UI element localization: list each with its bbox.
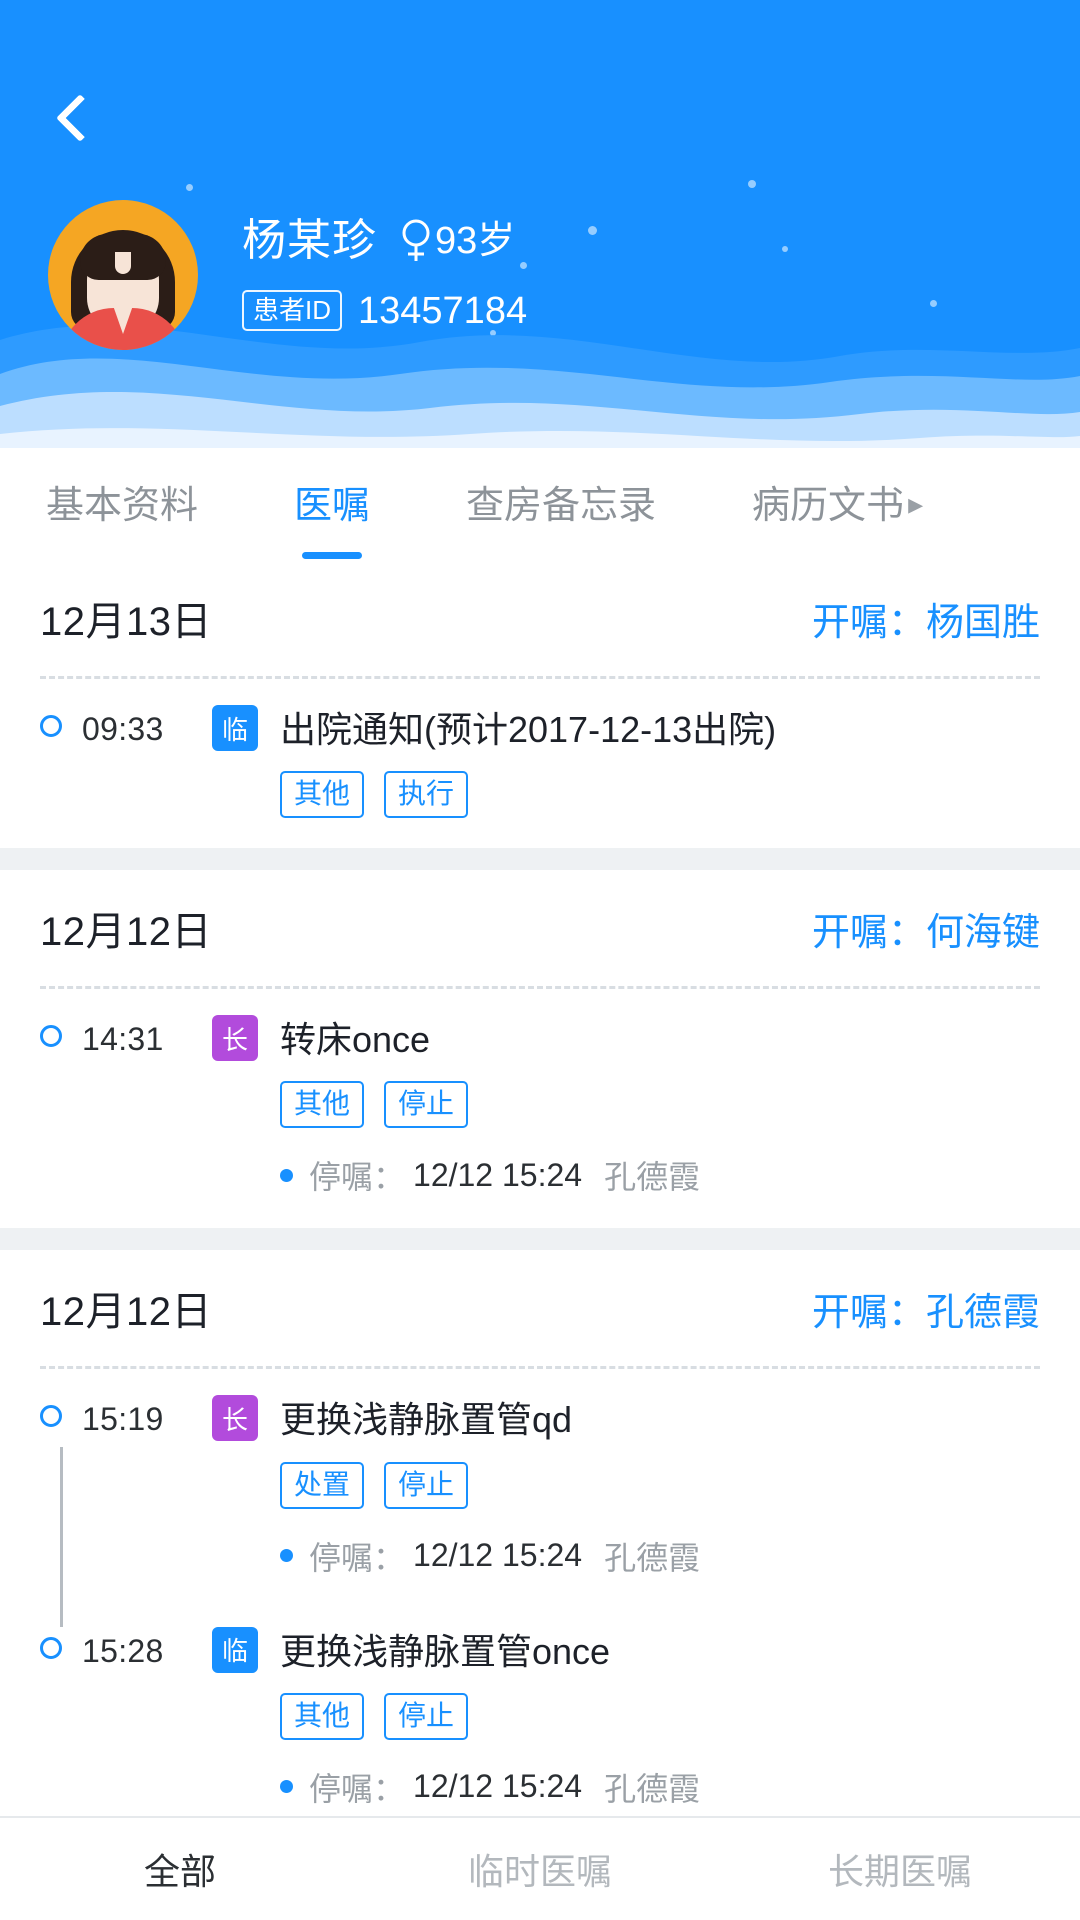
timeline-dot-icon: [40, 1627, 82, 1810]
timeline-dot-icon: [40, 1395, 82, 1578]
order-tag[interactable]: 其他: [280, 1692, 365, 1740]
order-type-badge: 长: [212, 1395, 258, 1442]
section-gap: [0, 1228, 1080, 1251]
order-row[interactable]: 14:31 长 转床once 其他 停止 停嘱： 12/12 15:24 孔德霞: [40, 1015, 1040, 1212]
bottom-filter-bar: 全部 临时医嘱 长期医嘱: [0, 1816, 1080, 1920]
order-type-badge: 临: [212, 1626, 258, 1673]
female-gender-icon: [399, 218, 433, 264]
stop-note-time: 12/12 15:24: [413, 1156, 583, 1193]
patient-name: 杨某珍: [242, 216, 377, 265]
timeline-dot-icon: [40, 705, 82, 818]
avatar: [48, 200, 198, 350]
tab-medical-orders[interactable]: 医嘱: [294, 474, 370, 535]
order-card-date: 12月13日: [40, 600, 212, 644]
bullet-icon: [280, 1168, 293, 1182]
order-row[interactable]: 09:33 临 出院通知(预计2017-12-13出院) 其他 执行: [40, 705, 1040, 832]
orders-list[interactable]: 12月13日 开嘱：杨国胜 09:33 临 出院通知(预计2017-12-13出…: [0, 560, 1080, 1816]
patient-id-value: 13457184: [358, 289, 528, 332]
chevron-right-icon[interactable]: ▸: [908, 487, 923, 522]
order-tag[interactable]: 其他: [280, 771, 365, 819]
order-tag[interactable]: 执行: [384, 771, 469, 819]
tab-ward-round-memo[interactable]: 查房备忘录: [466, 474, 656, 535]
order-card-date: 12月12日: [40, 1290, 212, 1335]
section-gap: [0, 848, 1080, 871]
stop-note-label: 停嘱：: [309, 1770, 406, 1807]
order-tag[interactable]: 停止: [384, 1461, 469, 1509]
order-card-header: 12月12日 开嘱：孔德霞: [40, 1250, 1040, 1366]
tab-medical-records[interactable]: 病历文书: [752, 474, 904, 535]
chevron-left-icon: [55, 93, 105, 143]
stop-note-author: 孔德霞: [604, 1159, 701, 1196]
stop-note-author: 孔德霞: [604, 1770, 701, 1807]
order-row[interactable]: 15:19 长 更换浅静脉置管qd 处置 停止 停嘱： 12/12 15:24 …: [40, 1395, 1040, 1592]
stop-note-label: 停嘱：: [309, 1159, 406, 1196]
order-tag[interactable]: 停止: [384, 1692, 469, 1740]
order-tags: 其他 停止: [280, 1692, 1040, 1740]
order-time: 14:31: [82, 1021, 164, 1058]
order-card-header: 12月13日 开嘱：杨国胜: [40, 560, 1040, 676]
order-time: 09:33: [82, 711, 164, 747]
order-title: 更换浅静脉置管once: [280, 1630, 611, 1672]
tab-bar: 基本资料 医嘱 查房备忘录 病历文书 ▸: [0, 448, 1080, 560]
order-tags: 其他 停止: [280, 1081, 1040, 1129]
back-button[interactable]: [40, 78, 120, 158]
order-tag[interactable]: 停止: [384, 1081, 469, 1129]
stop-note-label: 停嘱：: [309, 1539, 406, 1576]
bullet-icon: [280, 1549, 293, 1563]
stop-note-author: 孔德霞: [604, 1539, 701, 1576]
order-tags: 其他 执行: [280, 771, 1040, 819]
patient-id-label: 患者ID: [242, 290, 343, 331]
order-time: 15:28: [82, 1632, 164, 1669]
order-stop-note: 停嘱： 12/12 15:24 孔德霞: [280, 1533, 1040, 1579]
order-card-date: 12月12日: [40, 910, 212, 955]
patient-age: 93岁: [435, 220, 516, 262]
order-card-doctor[interactable]: 开嘱：杨国胜: [812, 591, 1040, 646]
filter-longterm-orders[interactable]: 长期医嘱: [720, 1843, 1080, 1895]
order-card-header: 12月12日 开嘱：何海键: [40, 870, 1040, 986]
order-stop-note: 停嘱： 12/12 15:24 孔德霞: [280, 1152, 1040, 1198]
order-card: 12月12日 开嘱：何海键 14:31 长 转床once 其他 停止 停嘱： 1…: [0, 870, 1080, 1229]
bullet-icon: [280, 1780, 293, 1794]
order-card: 12月13日 开嘱：杨国胜 09:33 临 出院通知(预计2017-12-13出…: [0, 560, 1080, 849]
patient-summary: 杨某珍 93岁 患者ID 13457184: [48, 200, 527, 350]
order-tag[interactable]: 其他: [280, 1081, 365, 1129]
order-card: 12月12日 开嘱：孔德霞 15:19 长 更换浅静脉置管qd 处置 停止 停嘱…: [0, 1250, 1080, 1816]
order-title: 出院通知(预计2017-12-13出院): [280, 709, 777, 750]
filter-all[interactable]: 全部: [0, 1843, 360, 1895]
order-row[interactable]: 15:28 临 更换浅静脉置管once 其他 停止 停嘱： 12/12 15:2…: [40, 1626, 1040, 1816]
order-type-badge: 临: [212, 705, 258, 751]
patient-orders-screen: 杨某珍 93岁 患者ID 13457184 基本资料 医嘱 查房备忘录 病历文书…: [0, 0, 1080, 1920]
stop-note-time: 12/12 15:24: [413, 1537, 583, 1574]
order-time: 15:19: [82, 1401, 164, 1438]
tab-basic-info[interactable]: 基本资料: [46, 474, 198, 535]
timeline-dot-icon: [40, 1015, 82, 1198]
stop-note-time: 12/12 15:24: [413, 1768, 583, 1805]
order-card-doctor[interactable]: 开嘱：孔德霞: [812, 1281, 1040, 1336]
filter-temporary-orders[interactable]: 临时医嘱: [360, 1843, 720, 1895]
order-title: 更换浅静脉置管qd: [280, 1399, 573, 1441]
order-card-doctor[interactable]: 开嘱：何海键: [812, 901, 1040, 956]
order-stop-note: 停嘱： 12/12 15:24 孔德霞: [280, 1764, 1040, 1810]
order-title: 转床once: [280, 1019, 431, 1061]
order-tag[interactable]: 处置: [280, 1461, 365, 1509]
order-type-badge: 长: [212, 1015, 258, 1062]
patient-header: 杨某珍 93岁 患者ID 13457184: [0, 0, 1080, 448]
order-tags: 处置 停止: [280, 1461, 1040, 1509]
